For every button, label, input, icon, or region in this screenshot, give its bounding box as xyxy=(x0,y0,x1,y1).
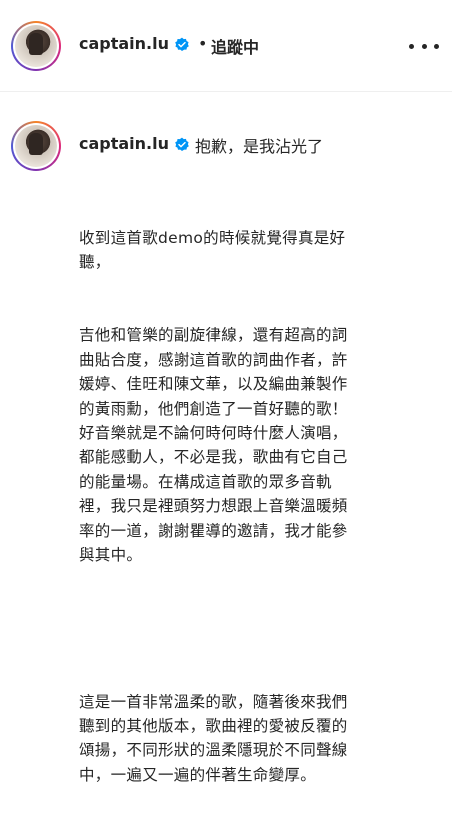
separator-dot: • xyxy=(198,34,208,53)
verified-badge-icon xyxy=(174,37,190,53)
avatar-image xyxy=(15,125,57,167)
avatar-border xyxy=(13,23,59,69)
header-username[interactable]: captain.lu xyxy=(79,34,169,53)
comment-username[interactable]: captain.lu xyxy=(79,134,169,153)
verified-badge-icon xyxy=(174,137,190,153)
more-options-icon[interactable] xyxy=(409,36,439,56)
following-button[interactable]: 追蹤中 xyxy=(211,34,259,58)
more-dot xyxy=(434,43,439,49)
caption-paragraph: 這是一首非常溫柔的歌，隨著後來我們 聽到的其他版本，歌曲裡的愛被反覆的 頌揚，不… xyxy=(79,692,348,784)
caption-body: 收到這首歌demo的時候就覺得真是好 聽， 吉他和管樂的副旋律線，還有超高的詞 … xyxy=(79,177,439,836)
caption-first-line: 抱歉，是我沾光了 xyxy=(195,137,324,156)
avatar[interactable] xyxy=(11,21,61,71)
more-dot xyxy=(409,43,414,49)
post-header: captain.lu • 追蹤中 xyxy=(0,0,452,92)
avatar-border xyxy=(13,123,59,169)
comment-avatar[interactable] xyxy=(11,121,61,171)
caption-paragraph: 吉他和管樂的副旋律線，還有超高的詞 曲貼合度，感謝這首歌的詞曲作者，許 媛婷、佳… xyxy=(79,326,348,565)
caption-paragraph-spacer xyxy=(79,616,439,640)
avatar-image xyxy=(15,25,57,67)
caption-paragraph: 收到這首歌demo的時候就覺得真是好 聽， xyxy=(79,228,346,272)
more-dot xyxy=(421,43,427,49)
